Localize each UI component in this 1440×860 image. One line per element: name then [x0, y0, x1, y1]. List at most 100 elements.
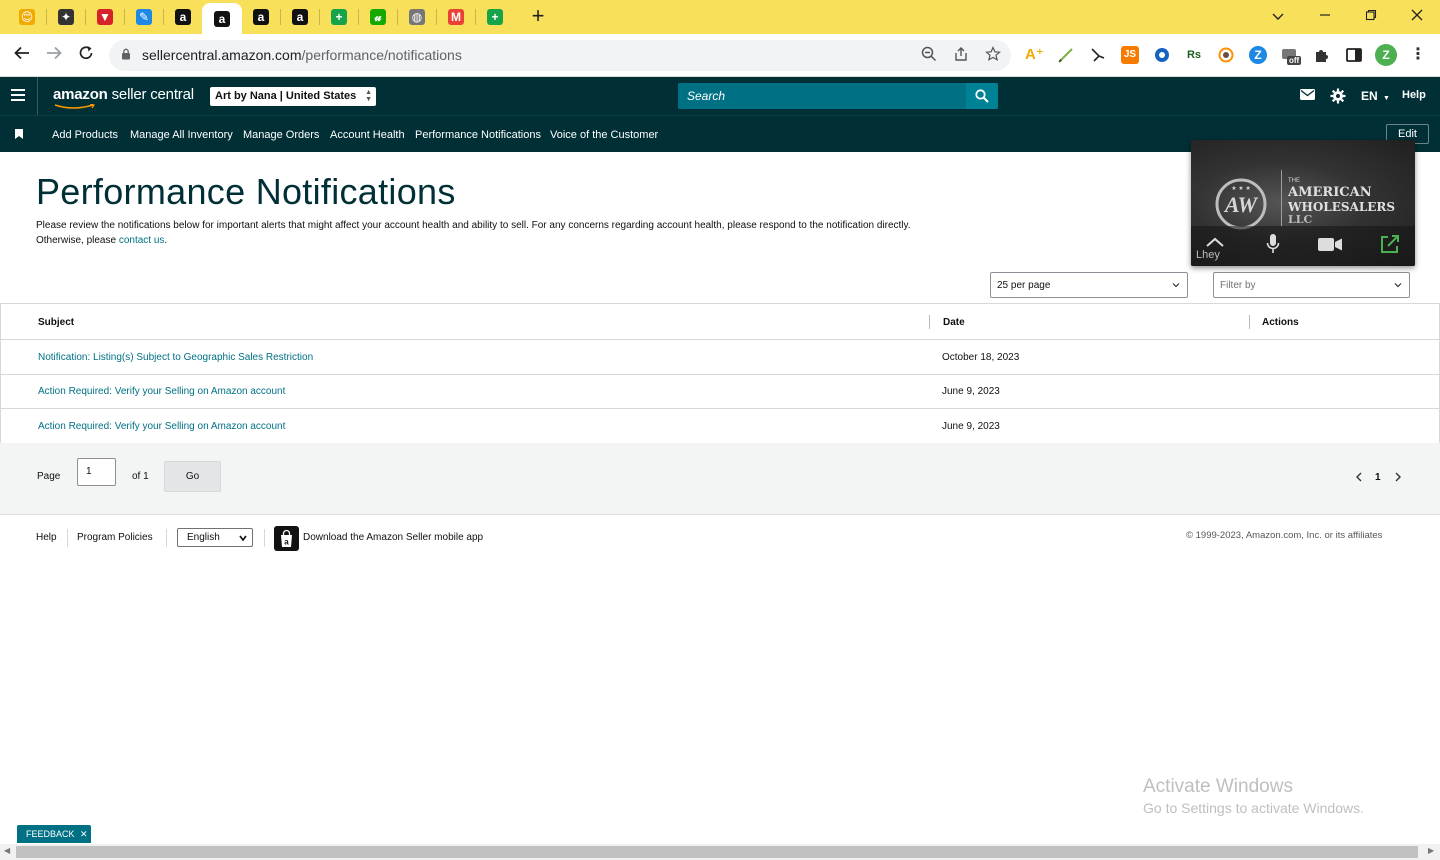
url-text[interactable]: sellercentral.amazon.com/performance/not…: [142, 47, 462, 63]
tab-search-chevron-icon[interactable]: [1266, 4, 1290, 28]
browser-tab[interactable]: 😊: [8, 3, 46, 31]
minimize-window-icon[interactable]: [1313, 4, 1337, 28]
bookmark-icon[interactable]: [15, 129, 23, 139]
search-placeholder: Search: [687, 89, 726, 103]
footer-program-policies-link[interactable]: Program Policies: [77, 532, 153, 543]
notification-subject-link[interactable]: Action Required: Verify your Selling on …: [38, 386, 285, 397]
nav-manage-orders[interactable]: Manage Orders: [243, 129, 319, 141]
svg-text:AW: AW: [1223, 192, 1259, 217]
cloud-extension-icon[interactable]: [1217, 46, 1235, 64]
scout-extension-icon[interactable]: A⁺: [1025, 46, 1044, 64]
brand-line-1: AMERICAN: [1288, 185, 1372, 200]
restore-window-icon[interactable]: [1359, 4, 1383, 28]
scroll-right-arrow-icon[interactable]: ▶: [1428, 846, 1434, 855]
browser-tab[interactable]: M: [437, 3, 475, 31]
share-icon[interactable]: [951, 46, 971, 66]
page-label: Page: [37, 471, 61, 482]
nav-manage-all-inventory[interactable]: Manage All Inventory: [130, 129, 233, 141]
lock-icon[interactable]: [121, 48, 131, 60]
per-page-dropdown[interactable]: 25 per page: [990, 272, 1188, 298]
rs-extension-icon[interactable]: Rs: [1185, 46, 1203, 64]
sheets-icon: +: [487, 9, 503, 25]
nav-voice-of-the-customer[interactable]: Voice of the Customer: [550, 129, 658, 141]
browser-tab[interactable]: ◍: [398, 3, 436, 31]
current-page-number[interactable]: 1: [1375, 472, 1381, 483]
account-marketplace-switcher[interactable]: Art by Nana | United States ▲ ▼: [210, 87, 376, 106]
share-screen-icon[interactable]: [1379, 234, 1401, 254]
next-page-chevron-icon[interactable]: [1394, 472, 1402, 485]
reload-icon[interactable]: [73, 42, 99, 68]
zoom-icon[interactable]: [919, 46, 939, 66]
language-selector[interactable]: EN ▼: [1361, 89, 1390, 103]
forward-arrow-icon[interactable]: [41, 42, 67, 68]
zoom-z-extension-icon[interactable]: Z: [1249, 46, 1267, 64]
browser-tab[interactable]: a: [202, 3, 242, 34]
column-header-date: Date: [943, 317, 965, 328]
browser-tab[interactable]: ▼: [86, 3, 124, 31]
footer-language-select[interactable]: English: [177, 528, 253, 547]
browser-tab[interactable]: ✎: [125, 3, 163, 31]
side-panel-icon[interactable]: [1345, 46, 1363, 64]
feedback-tab[interactable]: FEEDBACK ✕: [17, 825, 91, 843]
new-tab-button[interactable]: +: [528, 5, 548, 29]
copyright-text: © 1999-2023, Amazon.com, Inc. or its aff…: [1186, 530, 1383, 541]
back-arrow-icon[interactable]: [9, 42, 35, 68]
profile-avatar[interactable]: Z: [1375, 44, 1397, 66]
puzzle-extensions-icon[interactable]: [1313, 46, 1331, 64]
arrow-extension-icon[interactable]: [1089, 46, 1107, 64]
prev-page-chevron-icon[interactable]: [1355, 472, 1363, 485]
page-count-label: of 1: [132, 471, 149, 482]
close-window-icon[interactable]: [1405, 4, 1429, 28]
settings-gear-icon[interactable]: [1330, 88, 1346, 107]
notifications-table: Subject Date Actions Notification: Listi…: [0, 303, 1440, 444]
address-bar[interactable]: sellercentral.amazon.com/performance/not…: [109, 40, 1011, 71]
feedback-label: FEEDBACK: [26, 829, 75, 839]
mail-icon[interactable]: [1300, 89, 1315, 103]
search-button[interactable]: [966, 83, 998, 109]
close-icon[interactable]: ✕: [80, 829, 88, 839]
search-input[interactable]: Search: [678, 83, 966, 109]
go-button[interactable]: Go: [164, 461, 221, 492]
notification-subject-link[interactable]: Action Required: Verify your Selling on …: [38, 421, 285, 432]
download-app-link[interactable]: Download the Amazon Seller mobile app: [303, 532, 483, 543]
chevron-up-icon[interactable]: [1205, 236, 1225, 248]
browser-tab[interactable]: +: [476, 3, 514, 31]
scroll-left-arrow-icon[interactable]: ◀: [4, 846, 10, 855]
browser-tab[interactable]: +: [320, 3, 358, 31]
horizontal-scrollbar[interactable]: ◀ ▶: [0, 844, 1440, 860]
js-extension-icon[interactable]: JS: [1121, 46, 1139, 64]
filter-placeholder: Filter by: [1220, 280, 1256, 291]
browser-tab[interactable]: 𝓊: [359, 3, 397, 31]
microphone-icon[interactable]: [1266, 233, 1280, 255]
per-page-value: 25 per page: [997, 280, 1051, 291]
chevron-down-icon: [239, 535, 247, 542]
activate-windows-watermark: Activate Windows Go to Settings to activ…: [1143, 776, 1364, 816]
footer-divider: [67, 529, 68, 547]
pen-extension-icon[interactable]: [1057, 46, 1075, 64]
footer-help-link[interactable]: Help: [36, 532, 57, 543]
browser-tab[interactable]: ✦: [47, 3, 85, 31]
browser-tab[interactable]: a: [164, 3, 202, 31]
nav-account-health[interactable]: Account Health: [330, 129, 405, 141]
help-link[interactable]: Help: [1402, 89, 1426, 101]
video-camera-icon[interactable]: [1317, 237, 1343, 252]
bookmark-star-icon[interactable]: [983, 46, 1003, 66]
kebab-menu-icon[interactable]: ⋮: [1409, 46, 1427, 64]
notification-subject-link[interactable]: Notification: Listing(s) Subject to Geog…: [38, 352, 313, 363]
scrollbar-thumb[interactable]: [16, 846, 1418, 858]
network-extension-icon[interactable]: [1153, 46, 1171, 64]
off-extension-icon[interactable]: off: [1281, 46, 1302, 65]
nav-performance-notifications[interactable]: Performance Notifications: [415, 129, 541, 141]
account-label: Art by Nana | United States: [215, 90, 357, 102]
browser-tab[interactable]: a: [242, 3, 280, 31]
column-header-subject: Subject: [38, 317, 75, 328]
browser-tab[interactable]: a: [281, 3, 319, 31]
amazon-seller-central-logo[interactable]: amazon seller central: [53, 86, 194, 109]
video-call-widget[interactable]: AW ★ ★ ★ THE AMERICAN WHOLESALERS LLC Lh…: [1191, 140, 1415, 266]
amazon-seller-app-icon[interactable]: a: [274, 526, 299, 551]
hamburger-menu-icon[interactable]: [11, 89, 25, 101]
nav-add-products[interactable]: Add Products: [52, 129, 118, 141]
filter-by-dropdown[interactable]: Filter by: [1213, 272, 1410, 298]
contact-us-link[interactable]: contact us: [119, 235, 165, 246]
page-number-input[interactable]: 1: [77, 458, 116, 486]
